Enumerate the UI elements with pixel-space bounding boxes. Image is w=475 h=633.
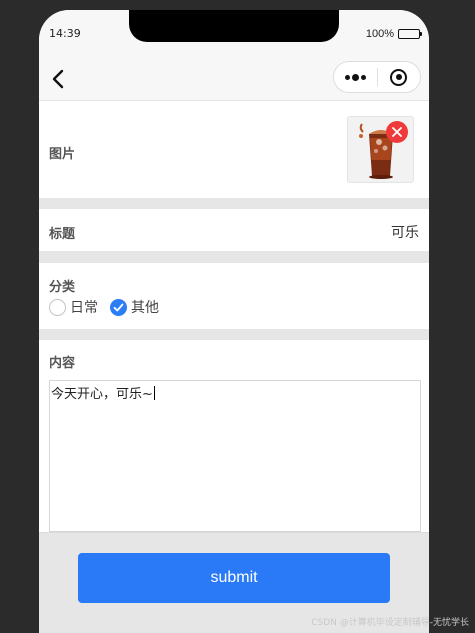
back-button[interactable] — [47, 67, 71, 91]
radio-label: 其他 — [131, 300, 159, 316]
watermark: CSDN @计算机毕设定制辅导-无忧学长 — [311, 618, 469, 628]
title-field: 标题 可乐 — [39, 209, 429, 251]
content-label: 内容 — [49, 356, 76, 371]
image-label: 图片 — [49, 147, 76, 162]
content-field: 内容 今天开心，可乐~ — [39, 340, 429, 532]
category-field: 分类 日常 其他 — [39, 263, 429, 329]
close-icon — [392, 127, 402, 137]
battery-indicator: 100% — [365, 28, 422, 40]
more-button[interactable] — [334, 62, 377, 92]
radio-option-other[interactable]: 其他 — [110, 297, 159, 317]
radio-option-daily[interactable]: 日常 — [49, 297, 98, 317]
chevron-left-icon — [52, 69, 64, 89]
content-textarea[interactable]: 今天开心，可乐~ — [49, 380, 421, 532]
battery-icon — [398, 29, 422, 39]
battery-percent: 100% — [365, 28, 394, 40]
text-caret — [153, 386, 155, 400]
image-field: 图片 — [39, 101, 429, 198]
status-bar: 14:39 100% — [39, 10, 429, 58]
content-text: 今天开心，可乐~ — [51, 387, 153, 402]
target-circle-icon — [390, 68, 408, 86]
title-label: 标题 — [49, 227, 76, 242]
mini-program-capsule — [333, 61, 421, 93]
status-time: 14:39 — [49, 27, 81, 40]
radio-unchecked-icon — [49, 298, 66, 316]
title-input[interactable]: 可乐 — [391, 222, 419, 242]
notch — [129, 10, 339, 42]
radio-label: 日常 — [70, 300, 98, 316]
delete-image-button[interactable] — [386, 121, 408, 143]
radio-checked-icon — [110, 298, 127, 316]
more-dots-icon — [344, 73, 366, 81]
phone-frame: 14:39 100% 图片 标题 可乐 分类 日常 其他 内容 今天开心，可乐~… — [39, 10, 429, 633]
category-radio-group: 日常 其他 — [49, 297, 159, 317]
submit-button[interactable]: submit — [78, 553, 390, 603]
category-label: 分类 — [49, 280, 76, 295]
navigation-bar — [39, 58, 429, 100]
close-mini-program-button[interactable] — [378, 62, 421, 92]
